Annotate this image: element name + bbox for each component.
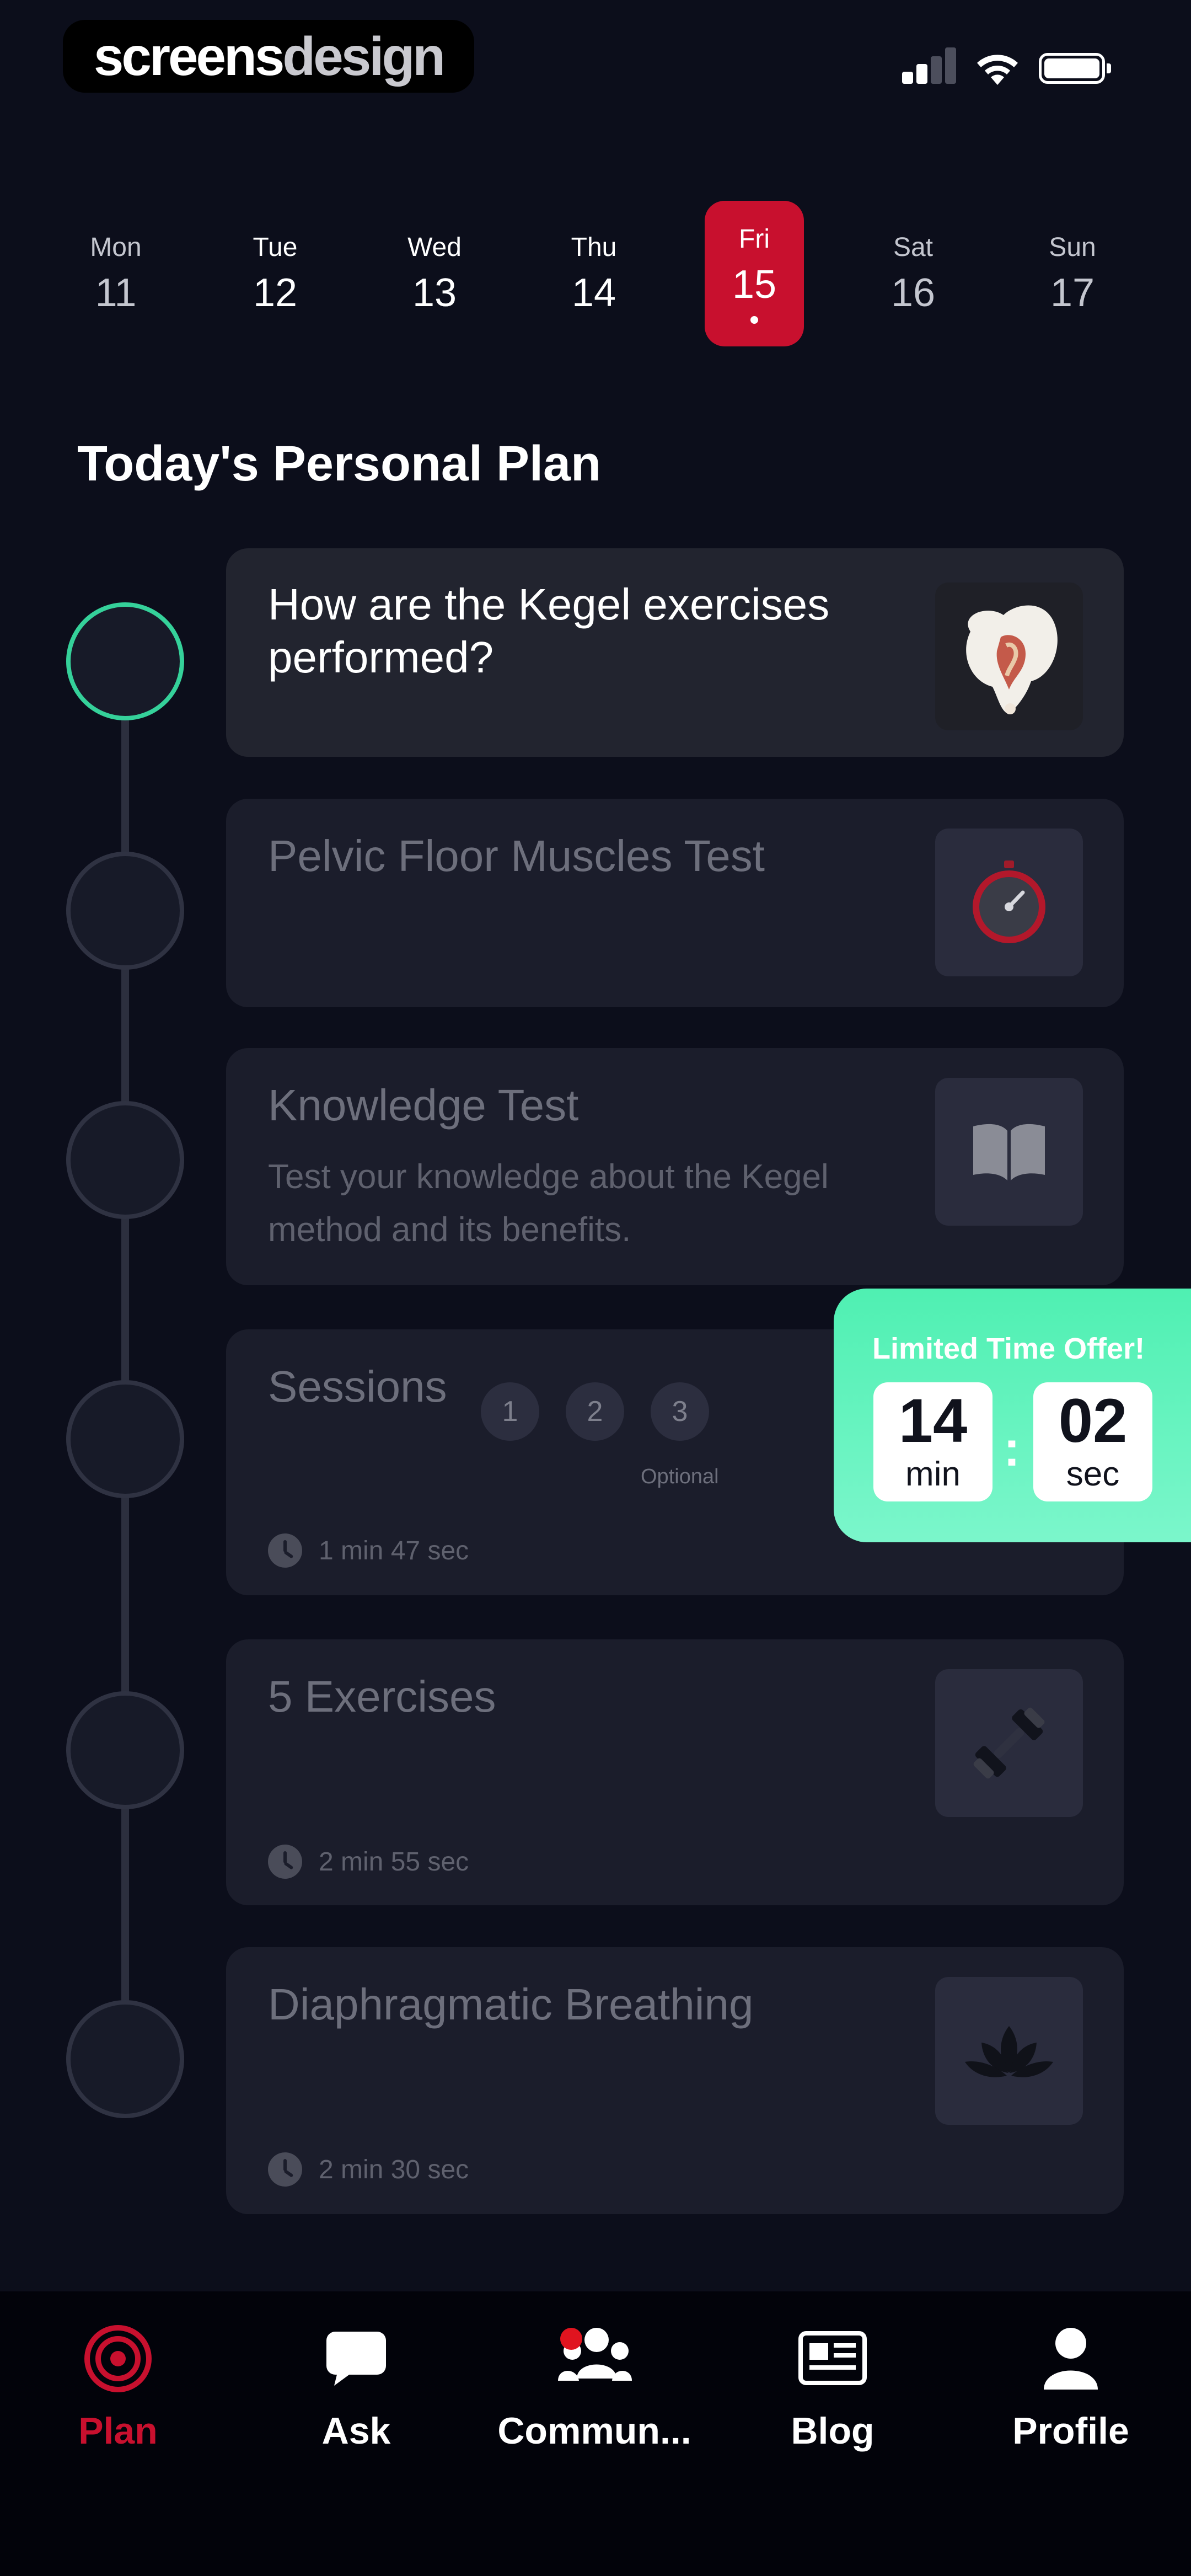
day-sun[interactable]: Sun 17 (1023, 201, 1122, 346)
card-title: Knowledge Test (268, 1081, 579, 1130)
nav-blog[interactable]: Blog (722, 2320, 943, 2486)
day-name: Mon (90, 232, 142, 262)
offer-minutes: 14 (898, 1386, 968, 1455)
nav-community[interactable]: Commun... (484, 2320, 705, 2486)
cellular-signal-icon (902, 47, 957, 84)
day-sat[interactable]: Sat 16 (863, 201, 963, 346)
card-title: 5 Exercises (268, 1672, 496, 1721)
day-number: 11 (95, 270, 137, 315)
day-number: 15 (732, 262, 777, 307)
session-pill-1[interactable]: 1 (481, 1382, 539, 1441)
session-pill-3[interactable]: 3 (651, 1382, 709, 1441)
timeline-node (66, 2000, 184, 2118)
offer-separator: : (1004, 1421, 1020, 1477)
duration: 2 min 30 sec (268, 2152, 469, 2187)
bottom-navigation: Plan Ask Commun... Blog Profile (0, 2291, 1191, 2576)
offer-seconds-box: 02 sec (1033, 1382, 1152, 1501)
plan-card-exercises[interactable]: 5 Exercises 2 min 55 sec (226, 1639, 1124, 1905)
card-description: Test your knowledge about the Kegel meth… (268, 1158, 829, 1249)
plan-card-pelvic-test[interactable]: Pelvic Floor Muscles Test (226, 799, 1124, 1007)
pelvis-icon (935, 582, 1083, 730)
lotus-icon (935, 1977, 1083, 2125)
day-mon[interactable]: Mon 11 (66, 201, 165, 346)
day-name: Thu (571, 232, 617, 262)
plan-card-breathing[interactable]: Diaphragmatic Breathing 2 min 30 sec (226, 1947, 1124, 2214)
day-number: 13 (412, 270, 457, 315)
stopwatch-icon (935, 829, 1083, 976)
timeline-node (66, 852, 184, 970)
brand-logo-part2: design (282, 25, 446, 87)
brand-logo-part1: screens (93, 25, 285, 87)
card-title: Sessions (268, 1362, 447, 1411)
offer-title: Limited Time Offer! (872, 1332, 1145, 1365)
plan-title: Today's Personal Plan (77, 436, 602, 491)
nav-label: Plan (78, 2410, 158, 2452)
nav-label: Blog (791, 2410, 875, 2452)
limited-offer-banner[interactable]: Limited Time Offer! 14 min : 02 sec (834, 1289, 1191, 1542)
day-name: Sat (893, 232, 934, 262)
day-name: Sun (1049, 232, 1096, 262)
duration-text: 2 min 55 sec (319, 1847, 469, 1877)
day-name: Fri (739, 224, 770, 254)
plan-card-knowledge-test[interactable]: Knowledge Test Test your knowledge about… (226, 1048, 1124, 1285)
nav-label: Commun... (497, 2410, 691, 2452)
offer-minutes-unit: min (905, 1455, 961, 1493)
plan-card-kegel-howto[interactable]: How are the Kegel exercises performed? (226, 548, 1124, 757)
clock-icon (268, 1533, 302, 1568)
card-title: How are the Kegel exercises performed? (268, 580, 830, 682)
offer-seconds-unit: sec (1066, 1455, 1120, 1493)
nav-label: Profile (1012, 2410, 1129, 2452)
target-icon (79, 2320, 157, 2397)
session-pill-2[interactable]: 2 (566, 1382, 624, 1441)
duration: 2 min 55 sec (268, 1845, 469, 1879)
card-title: Pelvic Floor Muscles Test (268, 831, 765, 880)
wifi-icon (977, 55, 1018, 85)
day-name: Wed (407, 232, 462, 262)
day-thu[interactable]: Thu 14 (544, 201, 643, 346)
day-wed[interactable]: Wed 13 (385, 201, 484, 346)
timeline-node-active (66, 602, 184, 720)
week-selector: Mon 11 Tue 12 Wed 13 Thu 14 Fri 15 Sat 1… (0, 201, 1191, 346)
day-number: 14 (571, 270, 616, 315)
community-icon (556, 2320, 633, 2397)
nav-profile[interactable]: Profile (961, 2320, 1181, 2486)
duration-text: 2 min 30 sec (319, 2155, 469, 2184)
battery-icon (1039, 53, 1111, 84)
duration: 1 min 47 sec (268, 1533, 469, 1568)
book-icon (935, 1078, 1083, 1226)
day-number: 12 (253, 270, 298, 315)
day-name: Tue (253, 232, 298, 262)
timeline-node (66, 1380, 184, 1498)
clock-icon (268, 1845, 302, 1879)
day-number: 16 (890, 270, 936, 315)
nav-label: Ask (321, 2410, 391, 2452)
dumbbell-icon (935, 1669, 1083, 1817)
brand-logo: screens design (63, 20, 474, 93)
day-fri-selected[interactable]: Fri 15 (705, 201, 804, 346)
offer-seconds: 02 (1058, 1386, 1128, 1455)
newspaper-icon (794, 2320, 871, 2397)
card-title: Diaphragmatic Breathing (268, 1980, 754, 2029)
clock-icon (268, 2152, 302, 2187)
chat-bubble-icon (318, 2320, 395, 2397)
duration-text: 1 min 47 sec (319, 1536, 469, 1565)
nav-plan[interactable]: Plan (8, 2320, 228, 2486)
offer-minutes-box: 14 min (873, 1382, 993, 1501)
day-number: 17 (1050, 270, 1095, 315)
status-bar: screens design (0, 0, 1191, 121)
selected-day-dot (750, 316, 758, 324)
day-tue[interactable]: Tue 12 (226, 201, 325, 346)
nav-ask[interactable]: Ask (246, 2320, 466, 2486)
timeline-node (66, 1101, 184, 1219)
person-icon (1032, 2320, 1109, 2397)
optional-label: Optional (641, 1465, 719, 1488)
timeline-node (66, 1691, 184, 1809)
